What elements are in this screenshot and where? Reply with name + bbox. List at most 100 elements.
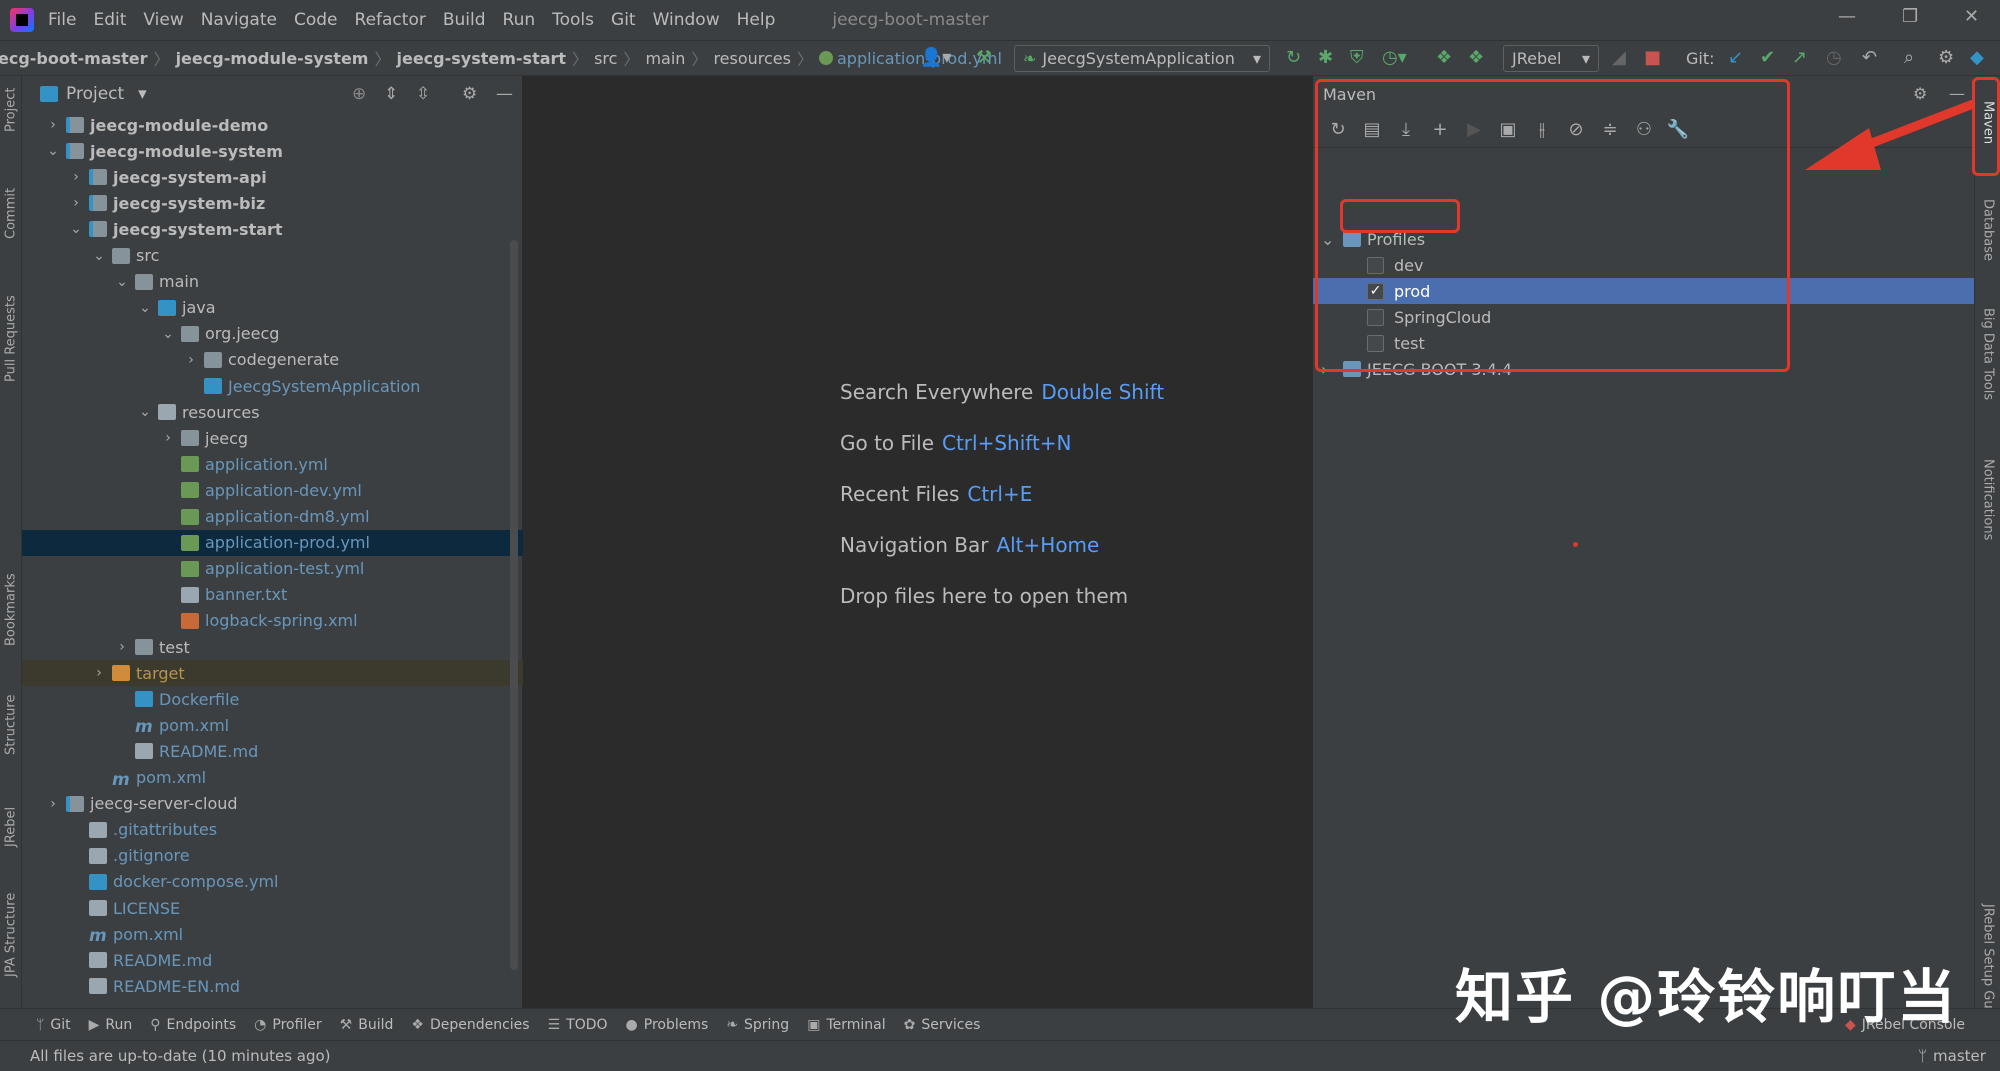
tree-row[interactable]: › jeecg [22,425,523,451]
tree-row[interactable]: ⌄ org.jeecg [22,321,523,347]
breadcrumb-item[interactable]: src [594,49,617,68]
chevron-right-icon[interactable]: › [46,796,60,812]
chevron-right-icon[interactable]: › [69,195,83,211]
tree-row[interactable]: Dockerfile [22,686,523,712]
menu-item-build[interactable]: Build [443,10,486,30]
bottom-tab-profiler[interactable]: ◔ Profiler [254,1017,322,1033]
chevron-down-icon[interactable]: ⌄ [46,143,60,159]
git-branch-widget[interactable]: ᛘ master [1918,1047,1986,1065]
tree-row[interactable]: ⌄ java [22,295,523,321]
tree-row[interactable]: ⌄ jeecg-system-start [22,216,523,242]
restore-icon[interactable]: ❐ [1902,6,1918,27]
tree-row[interactable]: LICENSE [22,895,523,921]
tree-row[interactable]: ⌄ src [22,243,523,269]
menu-item-refactor[interactable]: Refactor [355,10,426,30]
chevron-right-icon[interactable]: › [115,639,129,655]
tree-row[interactable]: README.md [22,947,523,973]
tree-row[interactable]: banner.txt [22,582,523,608]
hide-icon[interactable]: — [496,84,513,104]
jrebel-debug-icon[interactable]: ❖ [1468,47,1484,68]
bottom-tab-spring[interactable]: ❧ Spring [726,1017,789,1033]
left-tab-bookmarks[interactable]: Bookmarks [0,562,22,658]
menu-item-help[interactable]: Help [737,10,776,30]
stop-icon[interactable]: ■ [1644,47,1661,68]
left-tab-structure[interactable]: Structure [0,680,22,770]
git-push-icon[interactable]: ↗ [1792,47,1807,68]
tree-row[interactable]: application-test.yml [22,556,523,582]
bottom-tab-services[interactable]: ✿ Services [904,1017,981,1033]
collapse-all-icon[interactable]: ⇳ [416,84,430,104]
menu-item-navigate[interactable]: Navigate [201,10,277,30]
chevron-down-icon[interactable]: ▾ [138,84,147,104]
jrebel-select[interactable]: JRebel ▾ [1503,45,1599,72]
menu-item-tools[interactable]: Tools [552,10,594,30]
tree-row[interactable]: ⌄ main [22,269,523,295]
tree-row[interactable]: logback-spring.xml [22,608,523,634]
breadcrumb-item[interactable]: resources [713,49,791,68]
bottom-tab-problems[interactable]: ● Problems [626,1017,709,1033]
tree-row[interactable]: ⌄ resources [22,399,523,425]
chevron-down-icon[interactable]: ⌄ [92,248,106,264]
history-icon[interactable]: ◷ [1826,47,1842,68]
rollback-icon[interactable]: ↶ [1862,47,1877,68]
tree-row[interactable]: docker-compose.yml [22,869,523,895]
chevron-down-icon[interactable]: ⌄ [115,274,129,290]
menu-item-git[interactable]: Git [611,10,636,30]
tree-row[interactable]: .gitignore [22,843,523,869]
tree-row[interactable]: › jeecg-server-cloud [22,791,523,817]
bottom-tab-terminal[interactable]: ▣ Terminal [807,1017,885,1033]
chevron-right-icon[interactable]: › [161,430,175,446]
tree-row[interactable]: › test [22,634,523,660]
tree-row[interactable]: application-prod.yml [22,529,523,556]
tree-row[interactable]: › codegenerate [22,347,523,373]
tree-row[interactable]: application.yml [22,451,523,477]
tree-row[interactable]: m pom.xml [22,921,523,947]
bottom-tab-endpoints[interactable]: ⚲ Endpoints [150,1017,236,1033]
status-message[interactable]: All files are up-to-date (10 minutes ago… [30,1047,331,1065]
rerun-icon[interactable]: ↻ [1286,47,1301,68]
right-tab-big-data-tools[interactable]: Big Data Tools [1977,294,1999,414]
project-scrollbar[interactable] [510,240,518,970]
attach-icon[interactable]: ◢ [1612,47,1626,68]
left-tab-pull-requests[interactable]: Pull Requests [0,280,22,398]
debug-icon[interactable]: ✱ [1318,47,1333,68]
breadcrumb-item[interactable]: jeecg-system-start [396,49,566,68]
menu-item-window[interactable]: Window [653,10,720,30]
git-update-icon[interactable]: ↙ [1728,47,1743,68]
bottom-tab-git[interactable]: ᛘ Git [36,1017,71,1033]
breadcrumb-item[interactable]: ecg-boot-master [0,49,148,68]
tree-row[interactable]: README-EN.md [22,973,523,999]
bottom-tab-build[interactable]: ⚒ Build [340,1017,394,1033]
git-commit-icon[interactable]: ✔ [1760,47,1775,68]
run-configuration-select[interactable]: ❧ JeecgSystemApplication ▾ [1014,45,1270,72]
bottom-tab-run[interactable]: ▶ Run [89,1017,133,1033]
editor-empty-area[interactable]: Search Everywhere Double Shift Go to File C… [523,76,1313,1008]
bottom-tab-todo[interactable]: ☰ TODO [548,1017,608,1033]
bottom-tab-dependencies[interactable]: ❖ Dependencies [411,1017,529,1033]
close-icon[interactable]: ✕ [1964,6,1979,27]
tree-row[interactable]: application-dev.yml [22,477,523,503]
chevron-down-icon[interactable]: ⌄ [138,300,152,316]
chevron-down-icon[interactable]: ⌄ [138,404,152,420]
user-icon[interactable]: 👤▾ [920,47,951,68]
menu-item-edit[interactable]: Edit [93,10,126,30]
left-tab-jpa-structure[interactable]: JPA Structure [0,880,22,990]
breadcrumb-item[interactable]: jeecg-module-system [176,49,369,68]
chevron-right-icon[interactable]: › [46,117,60,133]
coverage-icon[interactable]: ⛨ [1350,47,1364,68]
search-icon[interactable]: ⌕ [1904,47,1914,68]
tree-row[interactable]: m pom.xml [22,712,523,738]
left-tab-jrebel[interactable]: JRebel [0,792,22,862]
right-tab-database[interactable]: Database [1977,184,1999,276]
tree-row[interactable]: › jeecg-system-api [22,164,523,190]
left-tab-project[interactable]: Project [0,76,22,144]
gear-icon[interactable]: ⚙ [462,84,477,104]
left-tab-commit[interactable]: Commit [0,178,22,248]
expand-all-icon[interactable]: ⇕ [384,84,398,104]
right-tab-notifications[interactable]: Notifications [1977,444,1999,556]
breadcrumb-item[interactable]: main [645,49,685,68]
chevron-down-icon[interactable]: ⌄ [69,221,83,237]
tree-row[interactable]: application-dm8.yml [22,504,523,530]
profile-icon[interactable]: ◷▾ [1382,47,1407,68]
chevron-right-icon[interactable]: › [92,665,106,681]
